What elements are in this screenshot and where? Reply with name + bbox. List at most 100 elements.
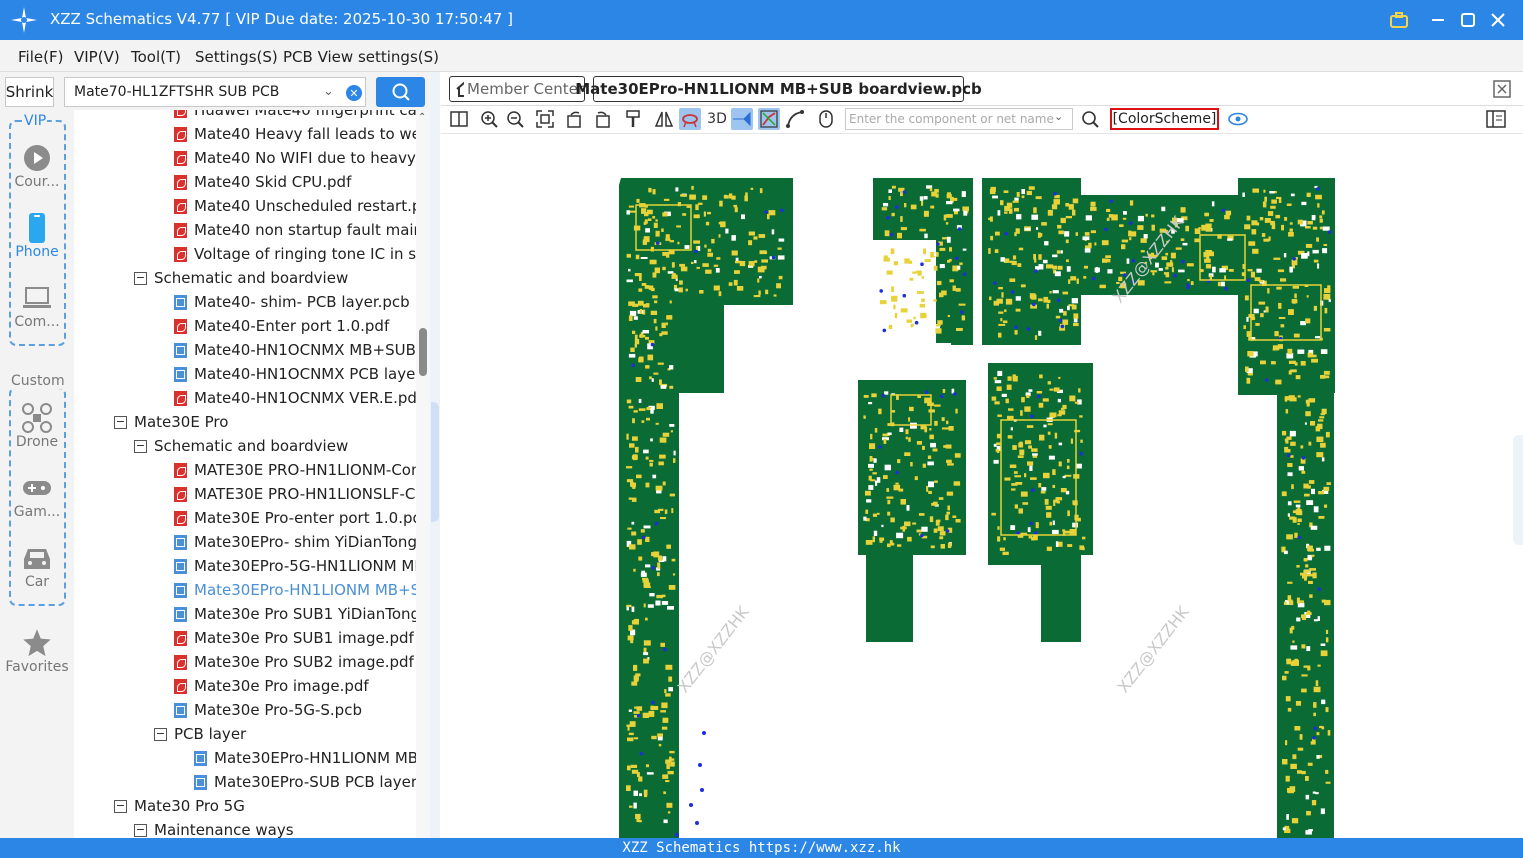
search-icon[interactable] xyxy=(1079,108,1101,130)
tree-file[interactable]: Mate40- shim- PCB layer.pcb xyxy=(174,290,416,314)
trace-route-icon[interactable] xyxy=(758,108,780,130)
scroll-up-icon[interactable]: ⌃ xyxy=(418,112,426,123)
pcb-pad xyxy=(1306,192,1311,197)
paint-brush-icon[interactable] xyxy=(622,108,644,130)
split-view-icon[interactable] xyxy=(448,108,470,130)
search-button[interactable] xyxy=(376,77,425,107)
nav-games[interactable]: Gam... xyxy=(0,472,74,520)
nav-drone[interactable]: Drone xyxy=(0,402,74,450)
collapse-icon[interactable]: − xyxy=(134,823,147,837)
tab-active-boardview[interactable]: Mate30EPro-HN1LIONM MB+SUB boardview.pcb xyxy=(575,76,982,102)
nav-computer[interactable]: Com... xyxy=(0,282,74,330)
shrink-button[interactable]: Shrink xyxy=(5,77,54,107)
panel-splitter[interactable] xyxy=(430,72,440,838)
pcb-via xyxy=(700,788,704,792)
nav-car[interactable]: Car xyxy=(0,542,74,590)
tree-file[interactable]: Mate30EPro-5G-HN1LIONM MB xyxy=(174,554,416,578)
pcb-canvas[interactable]: XZZ@XZZHK XZZ@XZZHK XZZ@XZZHK xyxy=(441,135,1523,838)
pcb-pad xyxy=(639,275,642,281)
eye-icon[interactable] xyxy=(1227,108,1249,130)
component-search-input[interactable]: Enter the component or net name xyxy=(845,108,1073,130)
briefcase-icon[interactable] xyxy=(1387,8,1411,32)
tree-file[interactable]: Mate40 Unscheduled restart.pdf xyxy=(174,194,416,218)
collapse-icon[interactable]: − xyxy=(114,799,127,813)
tree-file[interactable]: Mate40-HN1OCNMX VER.E.pdf xyxy=(174,386,416,410)
net-highlight-icon[interactable] xyxy=(679,108,701,130)
tree-file[interactable]: Mate40-HN1OCNMX PCB layer. xyxy=(174,362,416,386)
maximize-button[interactable] xyxy=(1456,8,1480,32)
right-collapse-handle[interactable] xyxy=(1513,435,1523,545)
pcb-via xyxy=(924,390,929,395)
pcb-pad xyxy=(1284,446,1289,450)
chevron-down-icon[interactable]: ⌄ xyxy=(1054,110,1063,123)
tree-file[interactable]: MATE30E PRO-HN1LIONM-Con xyxy=(174,458,416,482)
collapse-handle[interactable] xyxy=(431,402,439,522)
menu-vip[interactable]: VIP(V) xyxy=(74,48,120,66)
tree-file[interactable]: Huawei Mate40 fingerprint can xyxy=(174,110,416,122)
collapse-icon[interactable]: − xyxy=(114,415,127,429)
close-button[interactable] xyxy=(1486,8,1510,32)
wire-icon[interactable] xyxy=(784,108,806,130)
rotate-left-icon[interactable] xyxy=(564,108,586,130)
tree-file[interactable]: Mate30e Pro image.pdf xyxy=(174,674,416,698)
tab-member-center[interactable]: Member Center xyxy=(449,76,585,102)
tree-file[interactable]: Mate30e Pro SUB1 image.pdf xyxy=(174,626,416,650)
mirror-icon[interactable] xyxy=(653,108,675,130)
menu-tool[interactable]: Tool(T) xyxy=(131,48,181,66)
fit-view-icon[interactable] xyxy=(534,108,556,130)
tree-folder[interactable]: − PCB layer xyxy=(154,722,416,746)
close-tabs-icon[interactable] xyxy=(1493,80,1511,102)
tree-folder[interactable]: − Schematic and boardview xyxy=(134,434,416,458)
pcb-pad xyxy=(669,493,675,497)
zoom-in-icon[interactable] xyxy=(478,108,500,130)
tree-file[interactable]: Mate40 non startup fault maint xyxy=(174,218,416,242)
pcb-pad xyxy=(1307,221,1313,225)
pcb-pad xyxy=(900,526,907,530)
tree-file[interactable]: Mate40 No WIFI due to heavy fall xyxy=(174,146,416,170)
tree-folder[interactable]: − Maintenance ways xyxy=(134,818,416,838)
tree-file[interactable]: Mate30e Pro SUB2 image.pdf xyxy=(174,650,416,674)
tree-file[interactable]: Mate40 Heavy fall leads to weak xyxy=(174,122,416,146)
probe-icon[interactable] xyxy=(731,108,753,130)
collapse-icon[interactable]: − xyxy=(134,271,147,285)
nav-favorites[interactable]: Favorites xyxy=(0,627,74,675)
tree-folder[interactable]: − Mate30E Pro xyxy=(114,410,416,434)
tree-file[interactable]: Mate40-HN1OCNMX MB+SUB V xyxy=(174,338,416,362)
tree-folder[interactable]: − Mate30 Pro 5G xyxy=(114,794,416,818)
tree-file[interactable]: Mate30EPro-SUB PCB layer.p xyxy=(194,770,416,794)
pcb-board-drawing[interactable] xyxy=(441,135,1523,838)
tree-file[interactable]: Mate30EPro-HN1LIONM MB+S xyxy=(174,578,416,602)
tree-file[interactable]: Mate30e Pro SUB1 YiDianTong. xyxy=(174,602,416,626)
nav-phone[interactable]: Phone xyxy=(0,212,74,260)
menu-file[interactable]: File(F) xyxy=(18,48,63,66)
3d-view-button[interactable]: 3D xyxy=(705,108,729,130)
pcb-via xyxy=(1058,318,1063,323)
tree-file[interactable]: Mate30EPro- shim YiDianTong. xyxy=(174,530,416,554)
tree-file[interactable]: Mate40 Skid CPU.pdf xyxy=(174,170,416,194)
pcb-pad xyxy=(632,330,636,334)
minimize-button[interactable] xyxy=(1426,8,1450,32)
color-scheme-button[interactable]: [ColorScheme] xyxy=(1110,108,1219,130)
nav-courses[interactable]: Cour... xyxy=(0,142,74,190)
chevron-down-icon[interactable]: ⌄ xyxy=(323,84,334,99)
menu-settings[interactable]: Settings(S) xyxy=(195,48,278,66)
zoom-out-icon[interactable] xyxy=(504,108,526,130)
collapse-icon[interactable]: − xyxy=(134,439,147,453)
tree-folder[interactable]: − Schematic and boardview xyxy=(134,266,416,290)
rotate-right-icon[interactable] xyxy=(591,108,613,130)
search-combobox[interactable]: Mate70-HL1ZFTSHR SUB PCB ⌄ ✕ xyxy=(64,77,366,107)
side-panel-icon[interactable] xyxy=(1485,108,1507,130)
tree-file[interactable]: Voltage of ringing tone IC in sta xyxy=(174,242,416,266)
tree-file[interactable]: Mate30e Pro-5G-S.pcb xyxy=(174,698,416,722)
scrollbar-thumb[interactable] xyxy=(419,328,427,376)
collapse-icon[interactable]: − xyxy=(154,727,167,741)
menu-pcb-view-settings[interactable]: PCB View settings(S) xyxy=(283,48,439,66)
mouse-icon[interactable] xyxy=(815,108,837,130)
tree-file[interactable]: Mate30E Pro-enter port 1.0.pdf xyxy=(174,506,416,530)
tree-file[interactable]: Mate30EPro-HN1LIONM MB xyxy=(194,746,416,770)
tree-file[interactable]: MATE30E PRO-HN1LIONSLF-Co xyxy=(174,482,416,506)
tree-scrollbar[interactable]: ⌃ xyxy=(416,110,430,838)
clear-icon[interactable]: ✕ xyxy=(346,85,362,101)
tree-file[interactable]: Mate40-Enter port 1.0.pdf xyxy=(174,314,416,338)
search-input[interactable]: Mate70-HL1ZFTSHR SUB PCB xyxy=(74,84,279,100)
